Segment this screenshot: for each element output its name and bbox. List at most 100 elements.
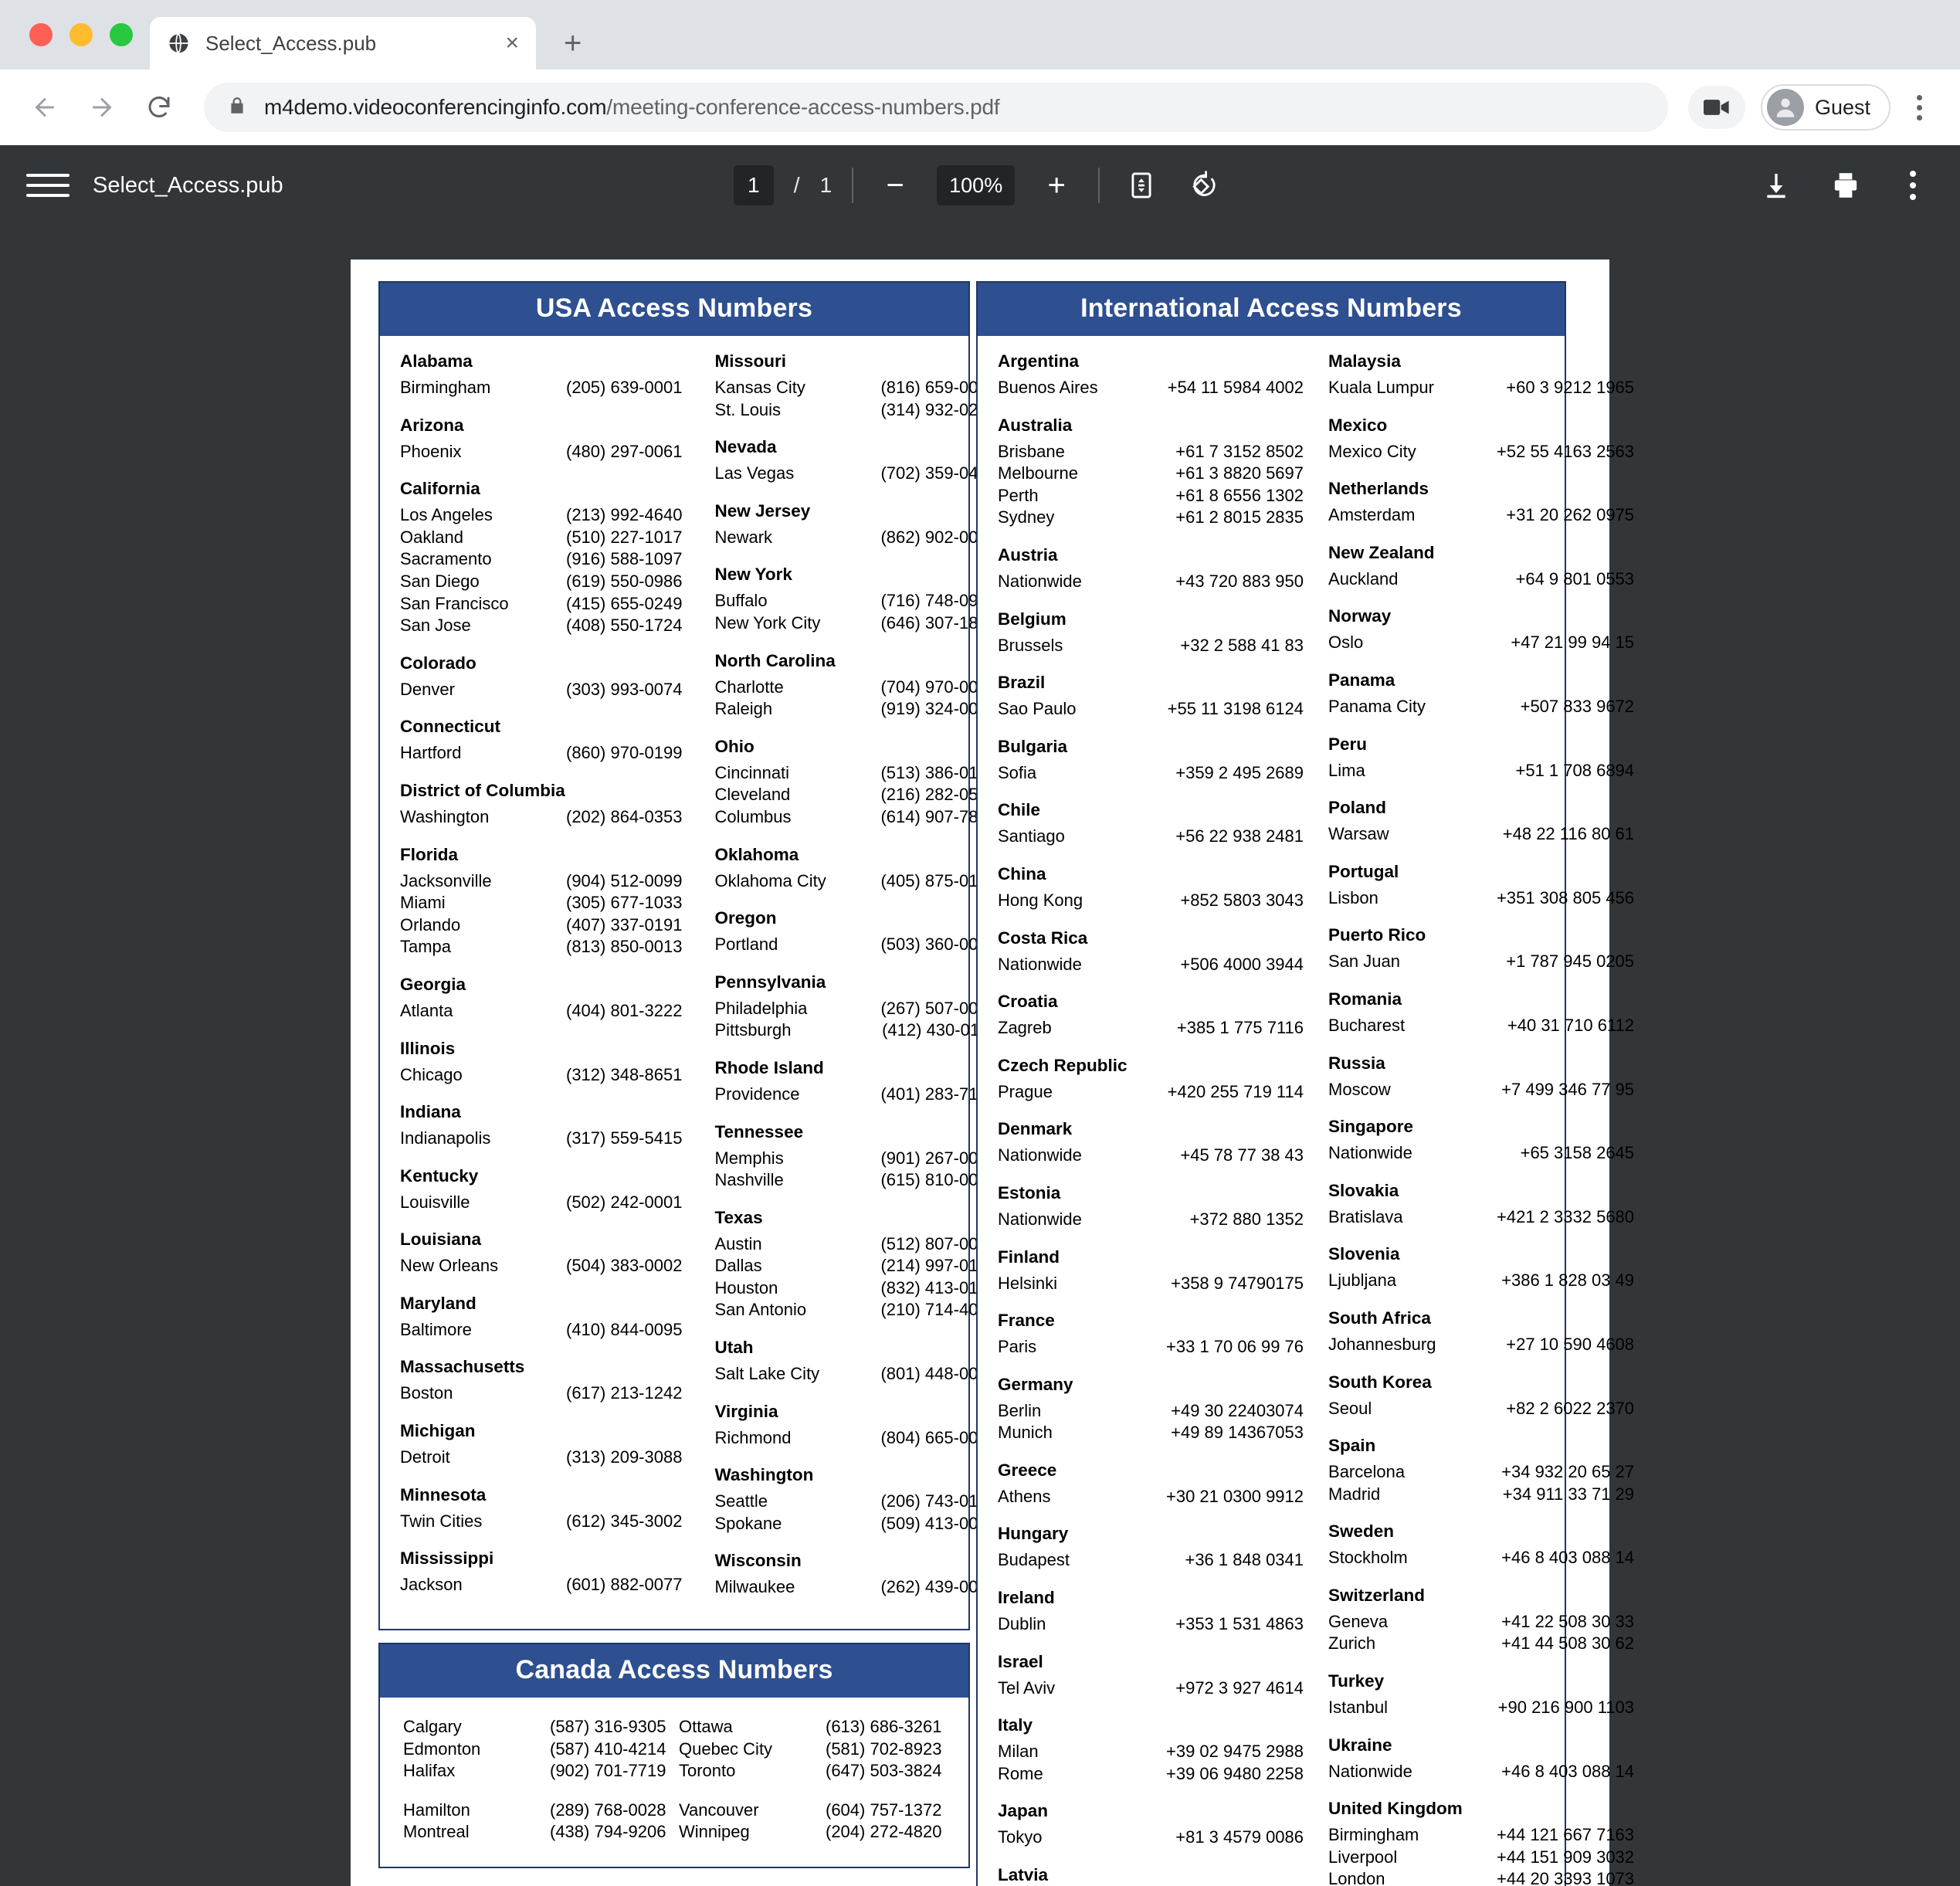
usa-access-panel: USA Access Numbers Alabama Birmingham (205…	[378, 281, 997, 1631]
region-name: Wisconsin	[714, 1551, 802, 1571]
region-group: Costa Rica Nationwide +506 4000 3944	[998, 928, 1317, 976]
region-group: Brazil Sao Paulo +55 11 3198 6124	[998, 673, 1317, 721]
city-label: Edmonton	[403, 1738, 481, 1759]
page-number-input[interactable]: 1	[733, 165, 774, 205]
region-name: Hungary	[998, 1524, 1069, 1544]
region-group: Rhode Island Providence (401) 283-7133	[714, 1058, 1018, 1106]
canada-column-2: Ottawa (613) 686-3261 Quebec City (581) 702…	[679, 1716, 945, 1844]
access-number-row: Hartford (860) 970-0199	[400, 742, 704, 765]
phone-number: (438) 794-9206	[550, 1822, 666, 1842]
access-number-row: Hong Kong +852 5803 3043	[998, 890, 1317, 912]
region-name: South Africa	[1328, 1308, 1431, 1328]
address-bar[interactable]: m4demo.videoconferencinginfo.com/meeting…	[204, 83, 1668, 132]
access-number-row: Liverpool +44 151 909 3032	[1328, 1847, 1648, 1869]
camera-icon[interactable]	[1687, 86, 1745, 129]
access-number-row: Dallas (214) 997-0133	[714, 1255, 1018, 1277]
phone-number: +372 880 1352	[1189, 1209, 1304, 1229]
city-label: Richmond	[714, 1427, 792, 1447]
download-icon[interactable]	[1753, 162, 1799, 209]
sidebar-toggle-icon[interactable]	[26, 164, 70, 207]
rotate-icon[interactable]	[1183, 164, 1226, 207]
access-number-row: Toronto (647) 503-3824	[679, 1760, 945, 1783]
city-label: Seoul	[1328, 1398, 1372, 1418]
city-label: Philadelphia	[714, 998, 808, 1018]
phone-number: +36 1 848 0341	[1185, 1550, 1304, 1570]
maximize-window-button[interactable]	[110, 23, 133, 46]
phone-number: (502) 242-0001	[566, 1192, 683, 1212]
access-number-row: Zagreb +385 1 775 7116	[998, 1017, 1317, 1040]
city-label: Nationwide	[1328, 1761, 1412, 1781]
access-number-row: Santiago +56 22 938 2481	[998, 826, 1317, 848]
city-label: Tel Aviv	[998, 1677, 1056, 1698]
region-group: Turkey Istanbul +90 216 900 1103	[1328, 1671, 1648, 1719]
access-number-row: Raleigh (919) 324-0006	[714, 698, 1018, 721]
profile-button[interactable]: Guest	[1760, 84, 1890, 131]
region-group: Croatia Zagreb +385 1 775 7116	[998, 992, 1317, 1040]
new-tab-button[interactable]: +	[564, 28, 582, 59]
close-window-button[interactable]	[29, 23, 53, 46]
city-label: Paris	[998, 1337, 1037, 1357]
toolbar-divider	[1098, 168, 1100, 203]
region-group: Singapore Nationwide +65 3158 2645	[1328, 1117, 1648, 1165]
phone-number: +7 499 346 77 95	[1501, 1079, 1635, 1099]
kebab-menu-icon[interactable]	[1898, 83, 1940, 132]
canada-access-panel: Canada Access Numbers Calgary (587) 316-9…	[378, 1643, 970, 1868]
minimize-window-button[interactable]	[70, 23, 93, 46]
city-label: London	[1328, 1869, 1385, 1886]
city-label: Austin	[714, 1233, 762, 1253]
forward-arrow-icon[interactable]	[77, 83, 127, 132]
phone-number: +49 30 22403074	[1171, 1400, 1304, 1420]
access-number-row: Bratislava +421 2 3332 5680	[1328, 1206, 1648, 1229]
region-name: Costa Rica	[998, 928, 1088, 948]
city-label: Spokane	[714, 1513, 782, 1533]
usa-column-1: Alabama Birmingham (205) 639-0001 Arizona Ph…	[400, 351, 704, 1615]
phone-number: +60 3 9212 1965	[1506, 378, 1635, 397]
access-number-row: Calgary (587) 316-9305	[403, 1716, 670, 1738]
print-icon[interactable]	[1823, 162, 1869, 209]
city-label: Kuala Lumpur	[1328, 378, 1434, 397]
kebab-menu-icon[interactable]	[1892, 161, 1934, 210]
reload-icon[interactable]	[134, 83, 184, 132]
region-name: Portugal	[1328, 861, 1399, 881]
zoom-level-display[interactable]: 100%	[937, 165, 1016, 205]
access-number-row: Bucharest +40 31 710 6112	[1328, 1015, 1648, 1037]
city-label: Louisville	[400, 1192, 470, 1212]
city-label: Oslo	[1328, 633, 1364, 653]
access-number-row: Boston (617) 213-1242	[400, 1382, 704, 1405]
city-label: Istanbul	[1328, 1698, 1389, 1718]
region-name: Finland	[998, 1247, 1060, 1267]
city-label: Sao Paulo	[998, 699, 1077, 719]
phone-number: +44 151 909 3032	[1497, 1847, 1635, 1867]
zoom-out-button[interactable]: −	[873, 164, 917, 207]
phone-number: +40 31 710 6112	[1507, 1015, 1635, 1035]
access-number-row: Rome +39 06 9480 2258	[998, 1763, 1317, 1786]
access-number-row: Seoul +82 2 6022 2370	[1328, 1398, 1648, 1420]
toolbar-divider	[852, 168, 854, 203]
region-name: Croatia	[998, 992, 1058, 1012]
back-arrow-icon[interactable]	[20, 83, 70, 132]
zoom-in-button[interactable]: +	[1035, 164, 1078, 207]
region-name: Belgium	[998, 609, 1066, 629]
region-group: Japan Tokyo +81 3 4579 0086	[998, 1801, 1317, 1849]
fit-page-icon[interactable]	[1120, 164, 1163, 207]
phone-number: (581) 702-8923	[826, 1738, 942, 1759]
city-label: Vancouver	[679, 1800, 759, 1820]
lock-icon	[227, 96, 247, 120]
region-group: South Africa Johannesburg +27 10 590 4608	[1328, 1308, 1648, 1356]
pdf-page-viewport[interactable]: USA Access Numbers Alabama Birmingham (205…	[0, 226, 1960, 1886]
region-name: Romania	[1328, 989, 1402, 1009]
close-icon[interactable]: ×	[505, 32, 519, 55]
city-label: Brisbane	[998, 441, 1065, 461]
url-host: m4demo.videoconferencinginfo.com	[264, 95, 607, 119]
access-number-row: Nationwide +46 8 403 088 14	[1328, 1761, 1648, 1783]
access-number-row: Houston (832) 413-0162	[714, 1277, 1018, 1300]
region-name: Rhode Island	[714, 1057, 824, 1077]
browser-tab[interactable]: Select_Access.pub ×	[150, 17, 536, 70]
region-name: Peru	[1328, 734, 1368, 754]
city-label: Moscow	[1328, 1079, 1391, 1099]
phone-number: +39 06 9480 2258	[1166, 1763, 1304, 1783]
phone-number: (604) 757-1372	[826, 1800, 942, 1820]
usa-column-2: Missouri Kansas City (816) 659-0001 St. Lou…	[714, 351, 1018, 1615]
region-group: Switzerland Geneva +41 22 508 30 33 Zurich +…	[1328, 1586, 1648, 1655]
phone-number: +56 22 938 2481	[1175, 826, 1304, 846]
